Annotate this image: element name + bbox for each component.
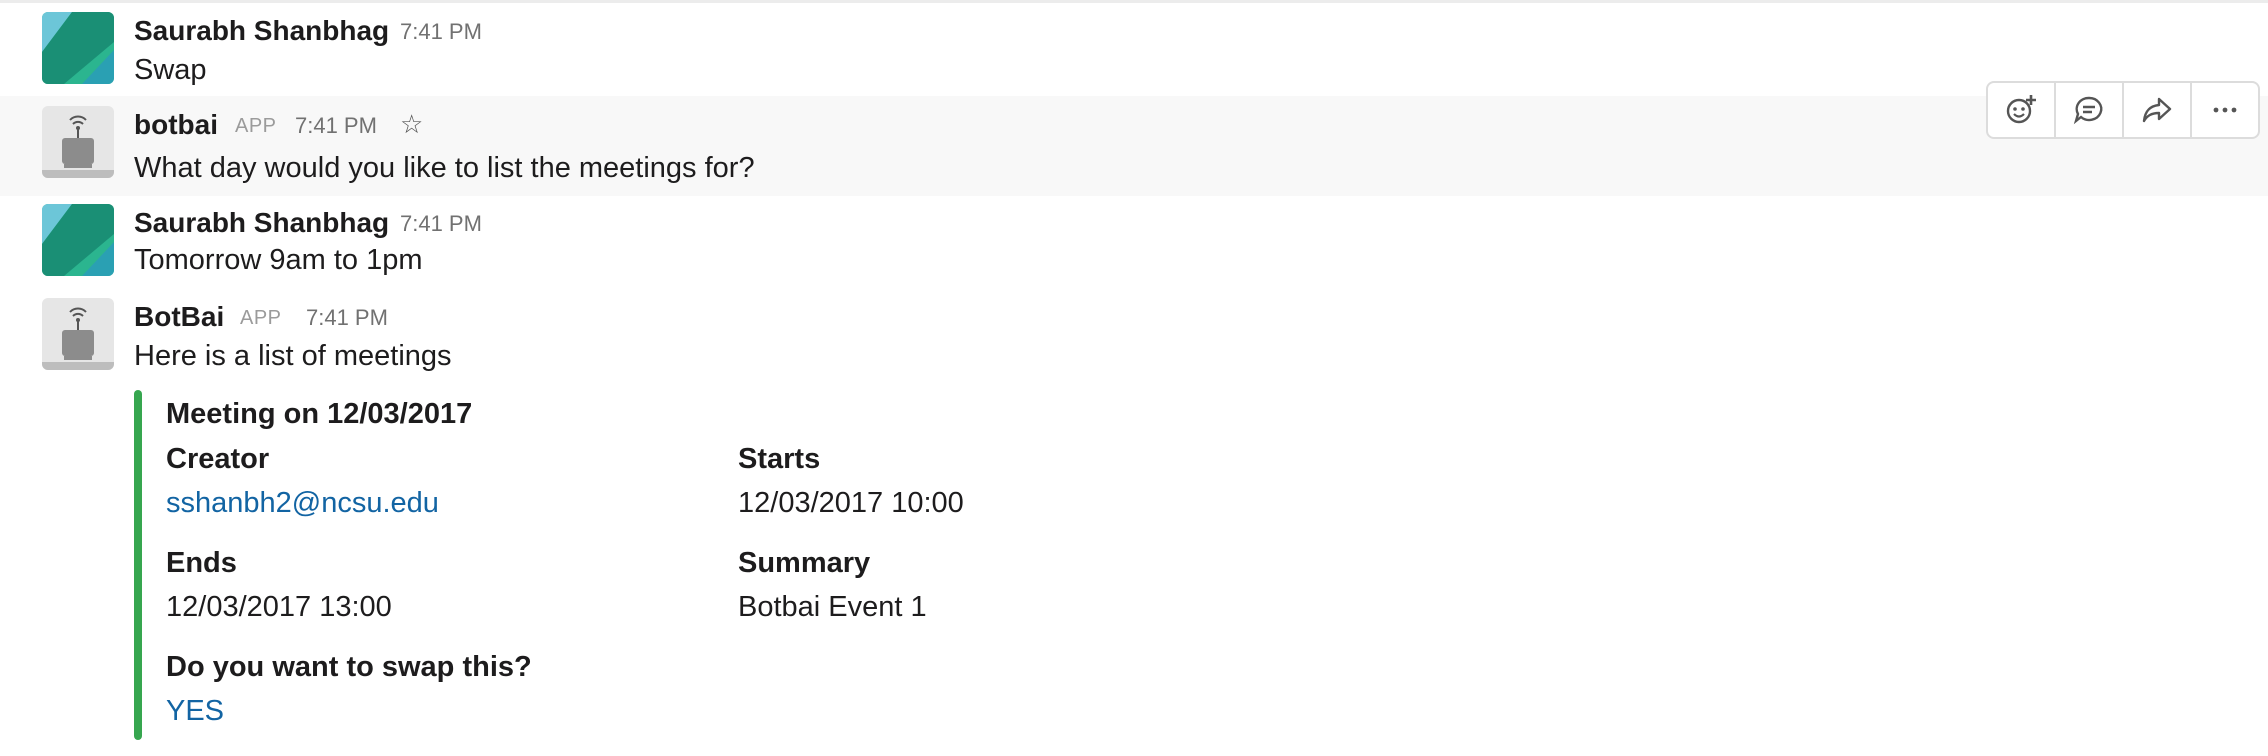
robot-avatar-image <box>42 298 114 370</box>
user-avatar[interactable] <box>42 12 114 84</box>
message-item: Saurabh Shanbhag 7:41 PM Swap <box>0 0 2268 96</box>
message-author[interactable]: Saurabh Shanbhag <box>134 206 389 240</box>
message-actions-toolbar <box>1986 81 2260 139</box>
share-message-icon <box>2142 97 2172 123</box>
message-timestamp[interactable]: 7:41 PM <box>306 304 388 332</box>
geometric-avatar-image <box>42 12 114 84</box>
message-timestamp[interactable]: 7:41 PM <box>400 18 482 46</box>
message-item: Saurabh Shanbhag 7:41 PM Tomorrow 9am to… <box>0 196 2268 292</box>
field-value-summary: Botbai Event 1 <box>738 591 927 623</box>
add-reaction-button[interactable] <box>1988 83 2056 137</box>
app-badge: APP <box>235 115 277 137</box>
field-label-swap-question: Do you want to swap this? <box>166 651 532 683</box>
message-author[interactable]: botbai <box>134 108 218 142</box>
message-text: Tomorrow 9am to 1pm <box>134 244 423 276</box>
swap-yes-link[interactable]: YES <box>166 693 224 729</box>
robot-avatar-image <box>42 106 114 178</box>
geometric-avatar-image <box>42 204 114 276</box>
bot-avatar[interactable] <box>42 106 114 178</box>
field-value-starts: 12/03/2017 10:00 <box>738 487 964 519</box>
attachment-accent-bar <box>134 390 142 740</box>
message-timestamp[interactable]: 7:41 PM <box>400 210 482 238</box>
start-thread-button[interactable] <box>2056 83 2124 137</box>
field-label-creator: Creator <box>166 443 270 475</box>
message-text: What day would you like to list the meet… <box>134 152 755 184</box>
message-item: BotBai APP 7:41 PM Here is a list of mee… <box>0 292 2268 756</box>
bot-avatar[interactable] <box>42 298 114 370</box>
message-author[interactable]: BotBai <box>134 300 224 334</box>
start-thread-icon <box>2073 96 2103 125</box>
field-value-ends: 12/03/2017 13:00 <box>166 591 392 623</box>
message-timestamp[interactable]: 7:41 PM <box>295 112 377 140</box>
field-label-summary: Summary <box>738 547 871 579</box>
message-author[interactable]: Saurabh Shanbhag <box>134 14 389 48</box>
more-actions-icon <box>2213 107 2237 113</box>
more-actions-button[interactable] <box>2192 83 2258 137</box>
message-text: Here is a list of meetings <box>134 340 452 372</box>
share-message-button[interactable] <box>2124 83 2192 137</box>
app-badge: APP <box>240 307 282 329</box>
message-text: Swap <box>134 54 207 86</box>
star-icon[interactable]: ☆ <box>400 110 423 138</box>
add-reaction-icon <box>2006 95 2036 124</box>
user-avatar[interactable] <box>42 204 114 276</box>
creator-email-link[interactable]: sshanbh2@ncsu.edu <box>166 485 439 521</box>
field-label-starts: Starts <box>738 443 821 475</box>
message-item-hovered: botbai APP 7:41 PM ☆ What day would you … <box>0 96 2268 196</box>
attachment-title: Meeting on 12/03/2017 <box>166 398 473 430</box>
field-label-ends: Ends <box>166 547 237 579</box>
